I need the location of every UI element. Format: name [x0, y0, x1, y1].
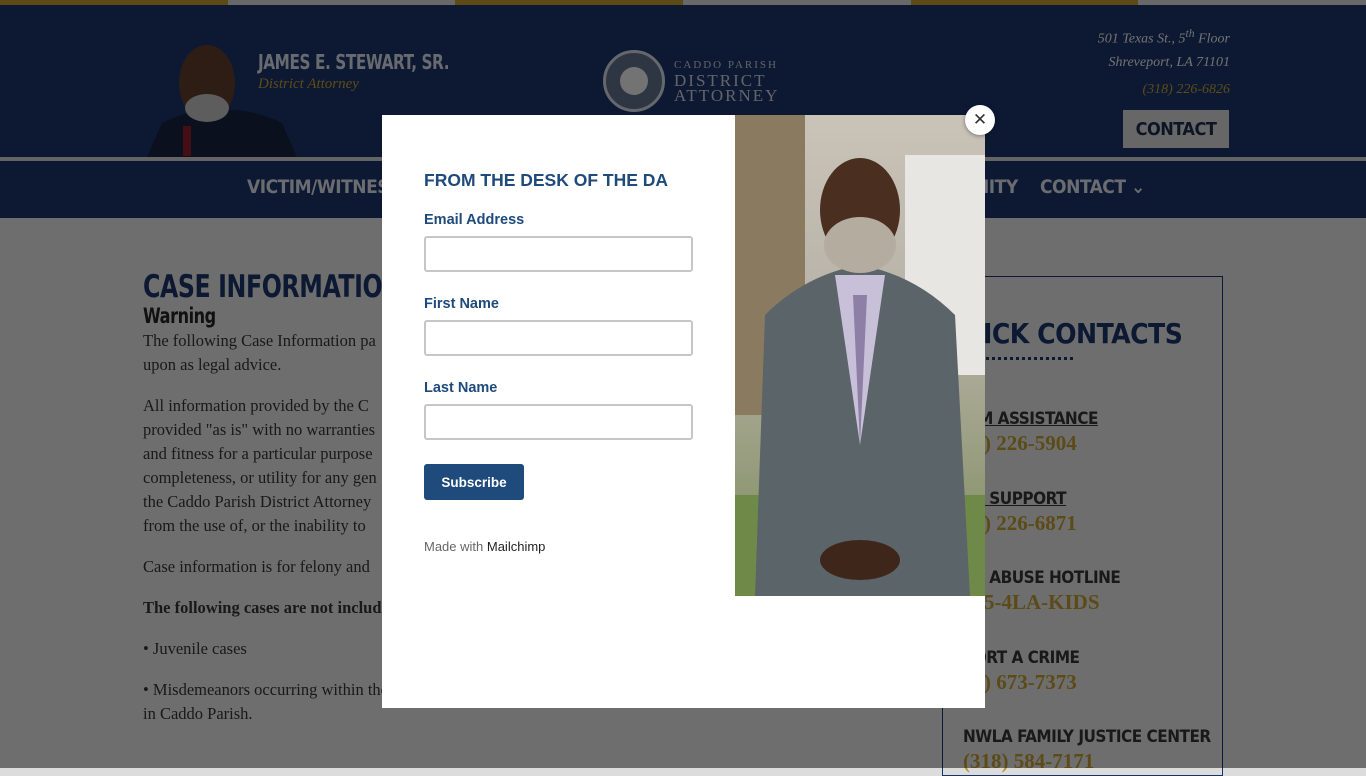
last-name-input[interactable] [424, 404, 693, 440]
subscribe-button[interactable]: Subscribe [424, 464, 524, 500]
close-modal-icon[interactable]: ✕ [965, 105, 995, 135]
last-name-label: Last Name [424, 380, 498, 396]
modal-title: FROM THE DESK OF THE DA [424, 170, 669, 190]
email-input[interactable] [424, 236, 693, 272]
made-with-mailchimp[interactable]: Made with Mailchimp [424, 539, 545, 554]
newsletter-modal: FROM THE DESK OF THE DA Email Address Fi… [382, 115, 985, 708]
email-label: Email Address [424, 212, 525, 228]
da-photo [735, 115, 985, 596]
first-name-label: First Name [424, 296, 499, 312]
first-name-input[interactable] [424, 320, 693, 356]
